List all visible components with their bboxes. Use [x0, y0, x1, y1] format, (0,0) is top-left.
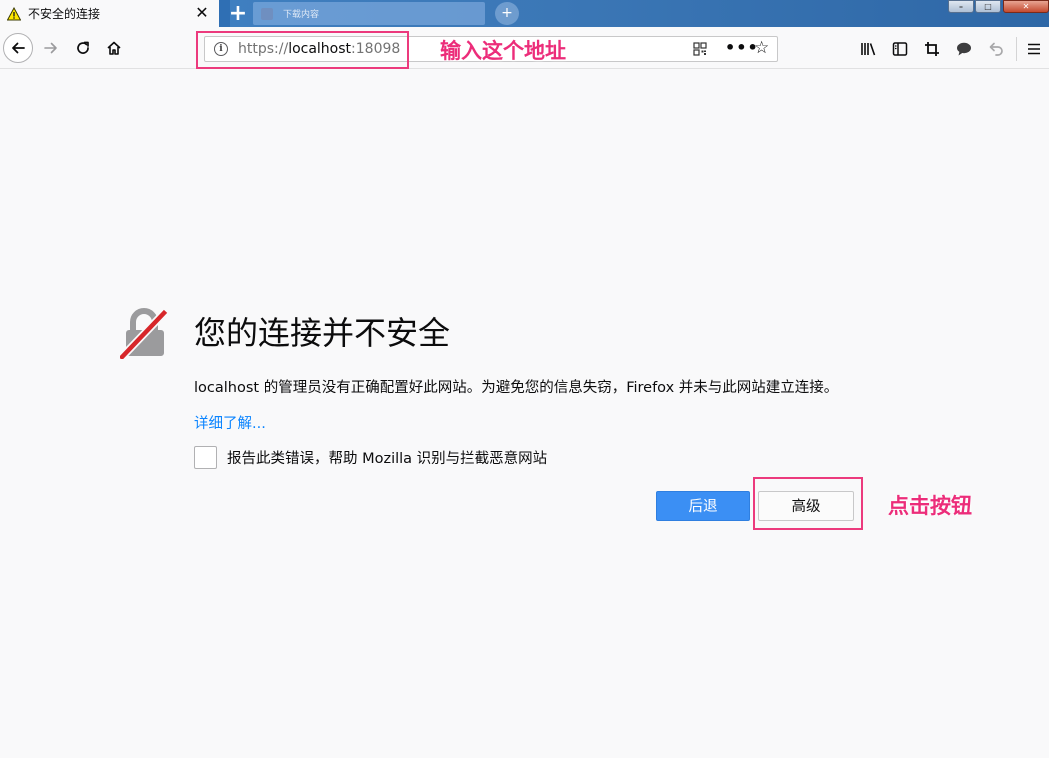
menu-button[interactable]: [1023, 38, 1045, 60]
learn-more-link[interactable]: 详细了解...: [194, 412, 266, 433]
minimize-icon: –: [959, 2, 963, 11]
tab-close-icon[interactable]: ✕: [193, 4, 211, 22]
url-highlight-box: [196, 31, 409, 69]
new-tab-button[interactable]: +: [226, 0, 250, 27]
screenshot-button[interactable]: [921, 38, 943, 60]
page-icon: [261, 7, 273, 20]
url-annotation-text: 输入这个地址: [440, 39, 566, 63]
toolbar-separator: [1016, 37, 1017, 61]
undo-button[interactable]: [985, 38, 1007, 60]
tab-background-title: 下载内容: [283, 10, 320, 20]
home-button[interactable]: [99, 33, 129, 63]
close-window-button[interactable]: ✕: [1003, 0, 1049, 13]
error-title: 您的连接并不安全: [194, 314, 451, 352]
button-highlight-box: [753, 477, 863, 530]
sidebar-icon: [892, 42, 908, 56]
broken-lock-icon: [120, 308, 168, 359]
maximize-button[interactable]: □: [975, 0, 1001, 13]
button-annotation-text: 点击按钮: [888, 494, 972, 518]
report-error-row: 报告此类错误，帮助 Mozilla 识别与拦截恶意网站: [194, 446, 547, 469]
maximize-icon: □: [984, 2, 992, 11]
bookmark-star-icon[interactable]: ☆: [754, 38, 769, 58]
error-description: localhost 的管理员没有正确配置好此网站。为避免您的信息失窃，Firef…: [194, 380, 839, 396]
new-tab-plus-icon[interactable]: +: [495, 2, 519, 25]
minimize-button[interactable]: –: [948, 0, 974, 13]
reload-icon: [77, 41, 89, 54]
forward-button[interactable]: [36, 33, 66, 63]
chat-button[interactable]: [953, 38, 975, 60]
library-icon: [861, 43, 876, 56]
close-icon: ✕: [1022, 2, 1030, 11]
back-arrow-icon: [12, 42, 25, 54]
go-back-button[interactable]: 后退: [656, 491, 750, 521]
tab-title: 不安全的连接: [28, 7, 101, 21]
tab-background[interactable]: 下载内容: [253, 2, 485, 25]
tab-strip: 不安全的连接 ✕ + 下载内容 + – □ ✕: [0, 0, 1049, 27]
report-error-label[interactable]: 报告此类错误，帮助 Mozilla 识别与拦截恶意网站: [227, 447, 547, 468]
chat-icon: [957, 42, 971, 56]
back-button[interactable]: [3, 33, 33, 63]
undo-icon: [989, 42, 1003, 56]
sidebar-button[interactable]: [889, 38, 911, 60]
library-button[interactable]: [858, 38, 880, 60]
hamburger-menu-icon: [1028, 43, 1040, 55]
reload-button[interactable]: [68, 33, 98, 63]
warning-icon: [7, 6, 21, 21]
tab-insecure-connection[interactable]: 不安全的连接 ✕: [0, 0, 219, 27]
forward-arrow-icon: [44, 42, 57, 54]
report-error-checkbox[interactable]: [194, 446, 217, 469]
qr-code-icon[interactable]: [693, 42, 707, 56]
home-icon: [107, 41, 121, 55]
screenshot-icon: [925, 42, 939, 56]
